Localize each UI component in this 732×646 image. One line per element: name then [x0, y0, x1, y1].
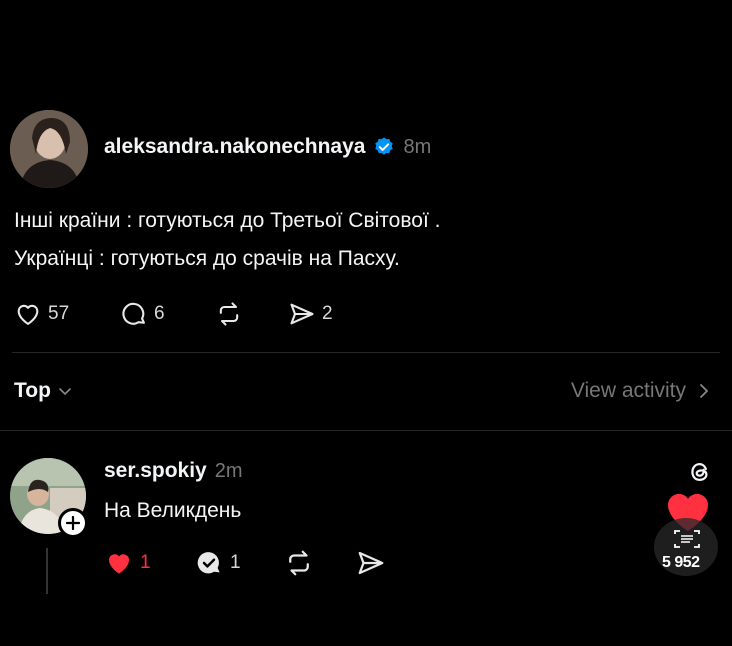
send-icon: [288, 300, 316, 328]
post-author-username[interactable]: aleksandra.nakonechnaya: [104, 135, 365, 159]
repost-icon: [284, 548, 314, 578]
reply-author-username[interactable]: ser.spokiy: [104, 459, 207, 483]
reply-like-button[interactable]: 1: [104, 548, 151, 578]
comment-check-icon: [194, 548, 224, 578]
post-body: Інші країни : готуються до Третьої Світо…: [14, 202, 714, 278]
post-text-line: Українці : готуються до срачів на Пасху.: [14, 247, 400, 270]
post-author-avatar[interactable]: [10, 110, 88, 188]
send-icon: [356, 548, 386, 578]
comment-count: 6: [154, 303, 165, 324]
verified-badge-icon: [373, 136, 395, 158]
comment-button[interactable]: 6: [120, 300, 165, 328]
reply-timestamp: 2m: [214, 459, 243, 482]
repost-icon: [214, 300, 244, 328]
like-button[interactable]: 57: [14, 300, 69, 328]
heart-icon: [14, 300, 42, 328]
follow-plus-button[interactable]: [58, 508, 88, 538]
sort-label: Top: [14, 379, 51, 402]
reply-repost-button[interactable]: [284, 548, 314, 578]
heart-filled-icon: [104, 548, 134, 578]
overlay-count: 5 952: [662, 554, 700, 571]
chevron-down-icon: [57, 383, 73, 399]
share-count: 2: [322, 303, 333, 324]
like-count: 57: [48, 303, 70, 324]
chevron-right-icon: [698, 382, 710, 400]
divider: [12, 352, 720, 353]
reply-share-button[interactable]: [356, 548, 386, 578]
plus-icon: [66, 516, 80, 530]
reply-comment-button[interactable]: 1: [194, 548, 241, 578]
view-activity-link[interactable]: View activity: [571, 379, 710, 403]
repost-button[interactable]: [214, 300, 244, 328]
comment-icon: [120, 300, 148, 328]
post-text-line: Інші країни : готуються до Третьої Світо…: [14, 209, 441, 232]
thread-line: [46, 548, 48, 594]
share-button[interactable]: 2: [288, 300, 333, 328]
reply-like-count: 1: [140, 552, 151, 573]
sort-dropdown[interactable]: Top: [14, 379, 73, 403]
transcript-icon: [672, 528, 702, 555]
threads-logo-icon[interactable]: [686, 458, 714, 491]
divider: [0, 430, 732, 431]
view-activity-label: View activity: [570, 379, 686, 402]
reply-comment-count: 1: [230, 552, 241, 573]
post-timestamp: 8m: [403, 135, 432, 158]
reply-body: На Великдень: [104, 499, 242, 522]
